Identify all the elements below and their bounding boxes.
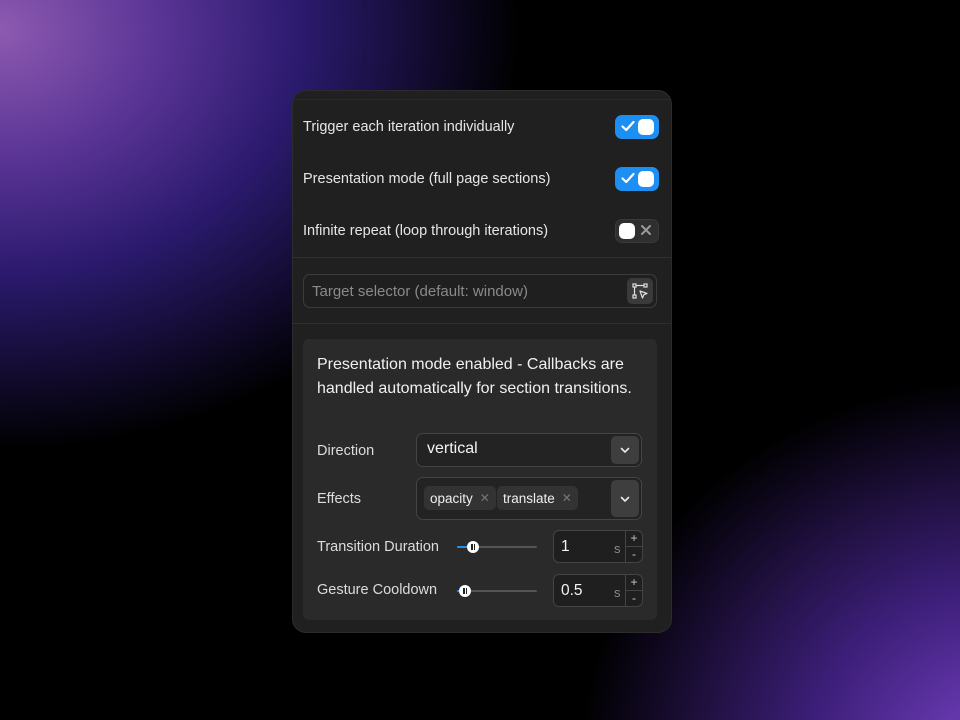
toggle-knob — [638, 171, 654, 187]
increment-button[interactable]: + — [626, 575, 642, 591]
element-picker-button[interactable] — [627, 278, 653, 304]
chevron-down-icon — [620, 447, 630, 453]
slider-thumb[interactable] — [459, 585, 471, 597]
transition-duration-value: 1 — [561, 538, 570, 555]
effects-label: Effects — [317, 491, 362, 507]
toggle-row-presentation: Presentation mode (full page sections) — [303, 164, 659, 194]
element-picker-icon — [632, 283, 648, 299]
gesture-cooldown-slider[interactable] — [457, 585, 537, 597]
cooldown-stepper: + - — [625, 575, 642, 606]
direction-select[interactable]: vertical — [416, 433, 642, 467]
toggle-knob — [638, 119, 654, 135]
effect-chip-translate: translate ✕ — [497, 486, 578, 510]
effects-multiselect[interactable]: opacity ✕ translate ✕ — [416, 477, 642, 520]
gesture-cooldown-label: Gesture Cooldown — [317, 582, 438, 598]
gesture-cooldown-input[interactable]: 0.5 s + - — [553, 574, 643, 607]
toggle-label-trigger-each: Trigger each iteration individually — [303, 119, 515, 135]
check-icon — [621, 172, 635, 184]
section-divider — [293, 323, 671, 324]
increment-button[interactable]: + — [626, 531, 642, 547]
section-divider — [293, 257, 671, 258]
toggle-knob — [619, 223, 635, 239]
effect-chip-opacity: opacity ✕ — [424, 486, 496, 510]
chevron-down-icon — [620, 496, 630, 502]
gesture-cooldown-value: 0.5 — [561, 582, 583, 599]
transition-duration-slider[interactable] — [457, 541, 537, 553]
target-selector-field — [303, 274, 657, 308]
trigger-each-toggle[interactable] — [615, 115, 659, 139]
close-icon — [641, 225, 651, 235]
toggle-row-trigger-each: Trigger each iteration individually — [303, 112, 659, 142]
direction-value: vertical — [427, 440, 478, 457]
toggle-row-infinite-repeat: Infinite repeat (loop through iterations… — [303, 216, 659, 246]
target-selector-input[interactable] — [304, 275, 630, 307]
presentation-info-text: Presentation mode enabled - Callbacks ar… — [317, 356, 632, 397]
gesture-cooldown-unit: s — [614, 585, 621, 600]
presentation-info-box: Presentation mode enabled - Callbacks ar… — [303, 339, 657, 620]
slider-thumb[interactable] — [467, 541, 479, 553]
decrement-button[interactable]: - — [626, 591, 642, 607]
remove-chip-icon[interactable]: ✕ — [480, 491, 490, 505]
check-icon — [621, 120, 635, 132]
direction-dropdown-button[interactable] — [611, 436, 639, 464]
decrement-button[interactable]: - — [626, 547, 642, 563]
remove-chip-icon[interactable]: ✕ — [562, 491, 572, 505]
panel-top-divider — [293, 99, 671, 100]
effect-chip-label: translate — [503, 490, 555, 506]
transition-duration-input[interactable]: 1 s + - — [553, 530, 643, 563]
infinite-repeat-toggle[interactable] — [615, 219, 659, 243]
transition-duration-unit: s — [614, 541, 621, 556]
presentation-mode-toggle[interactable] — [615, 167, 659, 191]
settings-panel: Trigger each iteration individually Pres… — [292, 90, 672, 633]
toggle-label-presentation: Presentation mode (full page sections) — [303, 171, 551, 187]
toggle-label-infinite-repeat: Infinite repeat (loop through iterations… — [303, 223, 549, 239]
transition-stepper: + - — [625, 531, 642, 562]
effect-chip-label: opacity — [430, 490, 473, 506]
transition-duration-label: Transition Duration — [317, 539, 439, 555]
direction-label: Direction — [317, 443, 375, 459]
effects-dropdown-button[interactable] — [611, 480, 639, 517]
